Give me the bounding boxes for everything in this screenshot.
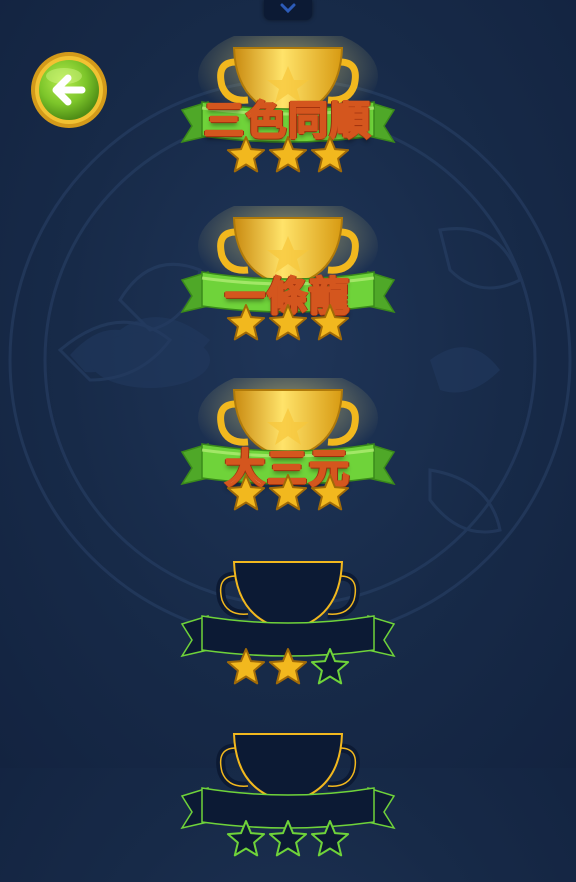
star-rating: [226, 648, 350, 685]
achievement-item-locked[interactable]: [168, 550, 408, 710]
star-filled-icon: [268, 136, 308, 173]
achievement-item[interactable]: 三色同順: [168, 36, 408, 196]
star-filled-icon: [268, 648, 308, 685]
chevron-down-icon: [280, 3, 296, 14]
achievement-item[interactable]: 一條龍: [168, 206, 408, 366]
star-rating: [226, 820, 350, 857]
back-button[interactable]: [28, 50, 110, 130]
star-empty-icon: [226, 820, 266, 857]
star-filled-icon: [226, 136, 266, 173]
top-pull-tab[interactable]: [264, 0, 312, 20]
star-empty-icon: [310, 820, 350, 857]
star-filled-icon: [226, 304, 266, 341]
star-filled-icon: [226, 648, 266, 685]
achievement-item-locked[interactable]: [168, 722, 408, 882]
star-empty-icon: [310, 648, 350, 685]
star-filled-icon: [226, 474, 266, 511]
star-filled-icon: [310, 304, 350, 341]
achievement-item[interactable]: 大三元: [168, 378, 408, 538]
star-filled-icon: [310, 474, 350, 511]
star-filled-icon: [268, 474, 308, 511]
star-rating: [226, 474, 350, 511]
star-rating: [226, 136, 350, 173]
star-filled-icon: [268, 304, 308, 341]
star-rating: [226, 304, 350, 341]
star-empty-icon: [268, 820, 308, 857]
star-filled-icon: [310, 136, 350, 173]
